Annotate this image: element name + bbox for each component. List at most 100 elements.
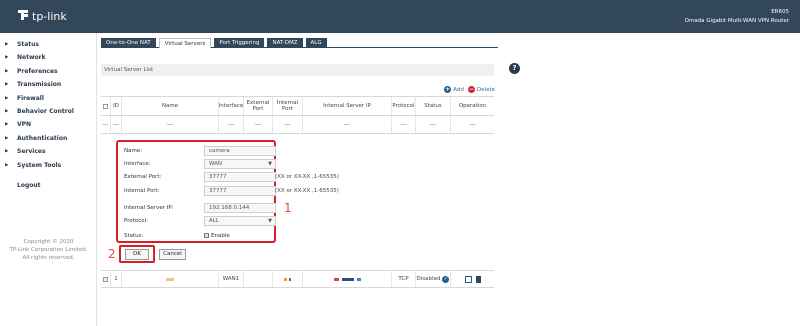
redacted-text: [333, 277, 339, 281]
sidebar-item-services[interactable]: ▶ Services: [0, 145, 96, 158]
internal-port-hint: (XX or XX-XX ,1-65535): [275, 188, 339, 194]
external-port-input[interactable]: 37777: [204, 172, 276, 182]
sidebar-nav: ▶ Status ▶ Network ▶ Preferences ▶ Transmiss…: [0, 38, 96, 172]
row-checkbox-cell: [101, 271, 111, 287]
internal-port-label: Internal Port:: [124, 188, 160, 194]
new-entry-row: --- --- --- --- --- --- --- --- --- ---: [101, 116, 494, 134]
row-interface: WAN1: [219, 271, 244, 287]
tab-one-to-one-nat[interactable]: One-to-One NAT: [101, 38, 156, 48]
help-icon[interactable]: ?: [509, 63, 520, 74]
sidebar-item-authentication[interactable]: ▶ Authentication: [0, 132, 96, 145]
form-row-status: Status: ✓ Enable: [124, 231, 230, 241]
tab-nat-dmz[interactable]: NAT-DMZ: [267, 38, 303, 48]
annotation-marker-2: 2: [108, 247, 116, 261]
form-row-protocol: Protocol: ALL ▼: [124, 216, 276, 226]
trash-icon[interactable]: [475, 275, 481, 283]
edit-icon[interactable]: [464, 275, 472, 283]
header-internal-ip: Internal Server IP: [303, 97, 392, 115]
caret-right-icon: ▶: [5, 42, 9, 47]
header-interface: Interface: [219, 97, 244, 115]
nat-tabs: One-to-One NAT Virtual Servers Port Trig…: [101, 38, 498, 48]
edit-form-highlight: Name: camera Interface: WAN ▼ External Po…: [116, 140, 276, 243]
internal-ip-label: Internal Server IP:: [124, 205, 174, 211]
sidebar-item-status[interactable]: ▶ Status: [0, 38, 96, 51]
minus-icon: −: [467, 86, 475, 93]
ok-button[interactable]: OK: [125, 249, 149, 260]
copyright: Copyright © 2020 TP-Link Corporation Lim…: [9, 239, 88, 261]
row-name-redacted: [122, 271, 219, 287]
sidebar-item-network[interactable]: ▶ Network: [0, 51, 96, 64]
header-id: ID: [111, 97, 122, 115]
check-icon: ✓: [204, 233, 209, 238]
header-internal-port: Internal Port: [273, 97, 303, 115]
tab-alg[interactable]: ALG: [305, 38, 327, 48]
sidebar-item-firewall[interactable]: ▶ Firewall: [0, 92, 96, 105]
row-status: Disabled ✓: [416, 271, 451, 287]
tab-port-triggering[interactable]: Port Triggering: [214, 38, 265, 48]
interface-select[interactable]: WAN ▼: [204, 159, 276, 169]
row-internal-port-redacted: [273, 271, 303, 287]
header-operation: Operation: [458, 103, 487, 109]
add-button[interactable]: + Add: [444, 86, 464, 93]
virtual-server-table: ID Name Interface External Port Internal…: [101, 96, 494, 134]
caret-right-icon: ▶: [5, 149, 9, 155]
sidebar-item-vpn[interactable]: ▶ VPN: [0, 118, 96, 131]
header-external-port: External Port: [244, 97, 273, 115]
enable-checkbox[interactable]: ✓ Enable: [204, 233, 230, 239]
table-cell: ---: [303, 116, 392, 133]
caret-right-icon: ▶: [5, 162, 9, 168]
sidebar-item-system-tools[interactable]: ▶ System Tools: [0, 159, 96, 172]
table-cell: ---: [244, 116, 273, 133]
sidebar-item-preferences[interactable]: ▶ Preferences: [0, 65, 96, 78]
list-actions: + Add − Delete: [440, 86, 495, 93]
name-input[interactable]: camera: [204, 146, 276, 156]
row-external-port: [244, 271, 273, 287]
redacted-text: [284, 277, 287, 281]
row-protocol: TCP: [392, 271, 416, 287]
row-checkbox[interactable]: [103, 276, 108, 282]
form-row-internal-port: Internal Port: 37777: [124, 186, 276, 196]
form-row-external-port: External Port: 37777: [124, 172, 276, 182]
table-header: ID Name Interface External Port Internal…: [101, 96, 494, 116]
table-cell: ---: [392, 116, 416, 133]
internal-port-input[interactable]: 37777: [204, 186, 276, 196]
cancel-button[interactable]: Cancel: [159, 249, 186, 260]
header-name: Name: [122, 97, 219, 115]
form-row-internal-ip: Internal Server IP: 192.168.0.144: [124, 203, 276, 213]
section-title: Virtual Server List: [101, 64, 494, 76]
sidebar-item-behavior-control[interactable]: ▶ Behavior Control: [0, 105, 96, 118]
table-cell: ---: [101, 116, 111, 133]
table-cell: ---: [122, 116, 219, 133]
status-toggle-icon[interactable]: ✓: [442, 275, 450, 283]
select-all-checkbox[interactable]: [103, 103, 108, 109]
plus-icon: +: [444, 86, 452, 93]
logout-link[interactable]: Logout: [17, 182, 41, 189]
sidebar: ▶ Status ▶ Network ▶ Preferences ▶ Transmiss…: [0, 33, 97, 326]
form-row-interface: Interface: WAN ▼: [124, 159, 276, 169]
sidebar-item-transmission[interactable]: ▶ Transmission: [0, 78, 96, 91]
model-number: ER605: [771, 9, 789, 15]
table-cell: ---: [111, 116, 122, 133]
annotation-marker-1: 1: [284, 201, 292, 215]
row-operation: [451, 271, 494, 287]
external-port-label: External Port:: [124, 174, 162, 180]
dropdown-caret-icon: ▼: [268, 218, 272, 224]
interface-label: Interface:: [124, 161, 151, 167]
table-cell: ---: [219, 116, 244, 133]
device-info: ER605 Omada Gigabit Multi-WAN VPN Router: [685, 8, 789, 26]
redacted-text: [289, 277, 291, 281]
table-cell: ---: [273, 116, 303, 133]
tp-link-logo-icon: [16, 9, 30, 23]
internal-ip-input[interactable]: 192.168.0.144: [204, 203, 276, 213]
row-internal-ip-redacted: [303, 271, 392, 287]
header-status: Status: [416, 97, 451, 115]
caret-right-icon: ▶: [5, 82, 9, 88]
brand-name: tp-link: [32, 9, 67, 23]
top-header: tp-link ER605 Omada Gigabit Multi-WAN VP…: [0, 0, 800, 33]
dropdown-caret-icon: ▼: [268, 161, 272, 167]
tab-virtual-servers[interactable]: Virtual Servers: [158, 38, 212, 48]
status-label: Status:: [124, 233, 144, 239]
delete-button[interactable]: − Delete: [467, 86, 495, 93]
name-label: Name:: [124, 148, 143, 154]
protocol-select[interactable]: ALL ▼: [204, 216, 276, 226]
